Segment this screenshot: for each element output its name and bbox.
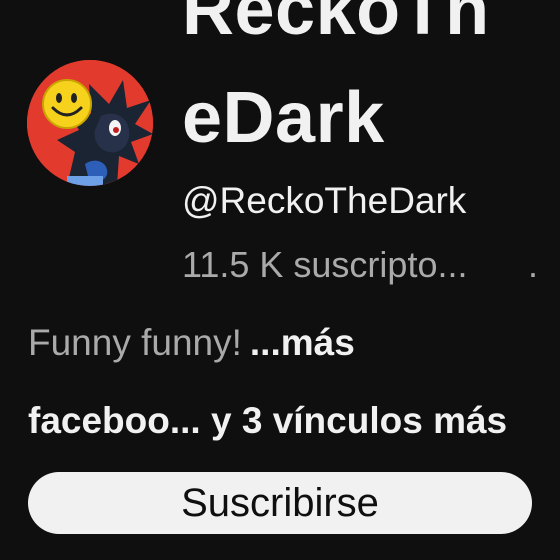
channel-header: ReckoTh eDark @ReckoTheDark 11.5 K suscr… xyxy=(0,0,560,560)
subscribe-button[interactable]: Suscribirse xyxy=(28,472,532,534)
channel-description[interactable]: Funny funny! ...más xyxy=(28,322,355,364)
channel-name-line2: eDark xyxy=(182,78,385,158)
channel-handle: @ReckoTheDark xyxy=(182,180,467,221)
description-text: Funny funny! xyxy=(28,322,242,363)
description-more-link[interactable]: ...más xyxy=(250,322,355,363)
avatar-smiley-hedgehog-icon xyxy=(27,60,153,186)
subscriber-separator: . xyxy=(528,244,539,285)
channel-links[interactable]: faceboo... y 3 vínculos más xyxy=(28,400,507,442)
channel-name-line1: ReckoTh xyxy=(182,0,490,50)
channel-avatar[interactable] xyxy=(27,60,153,186)
subscriber-count: 11.5 K suscripto... xyxy=(182,244,468,285)
